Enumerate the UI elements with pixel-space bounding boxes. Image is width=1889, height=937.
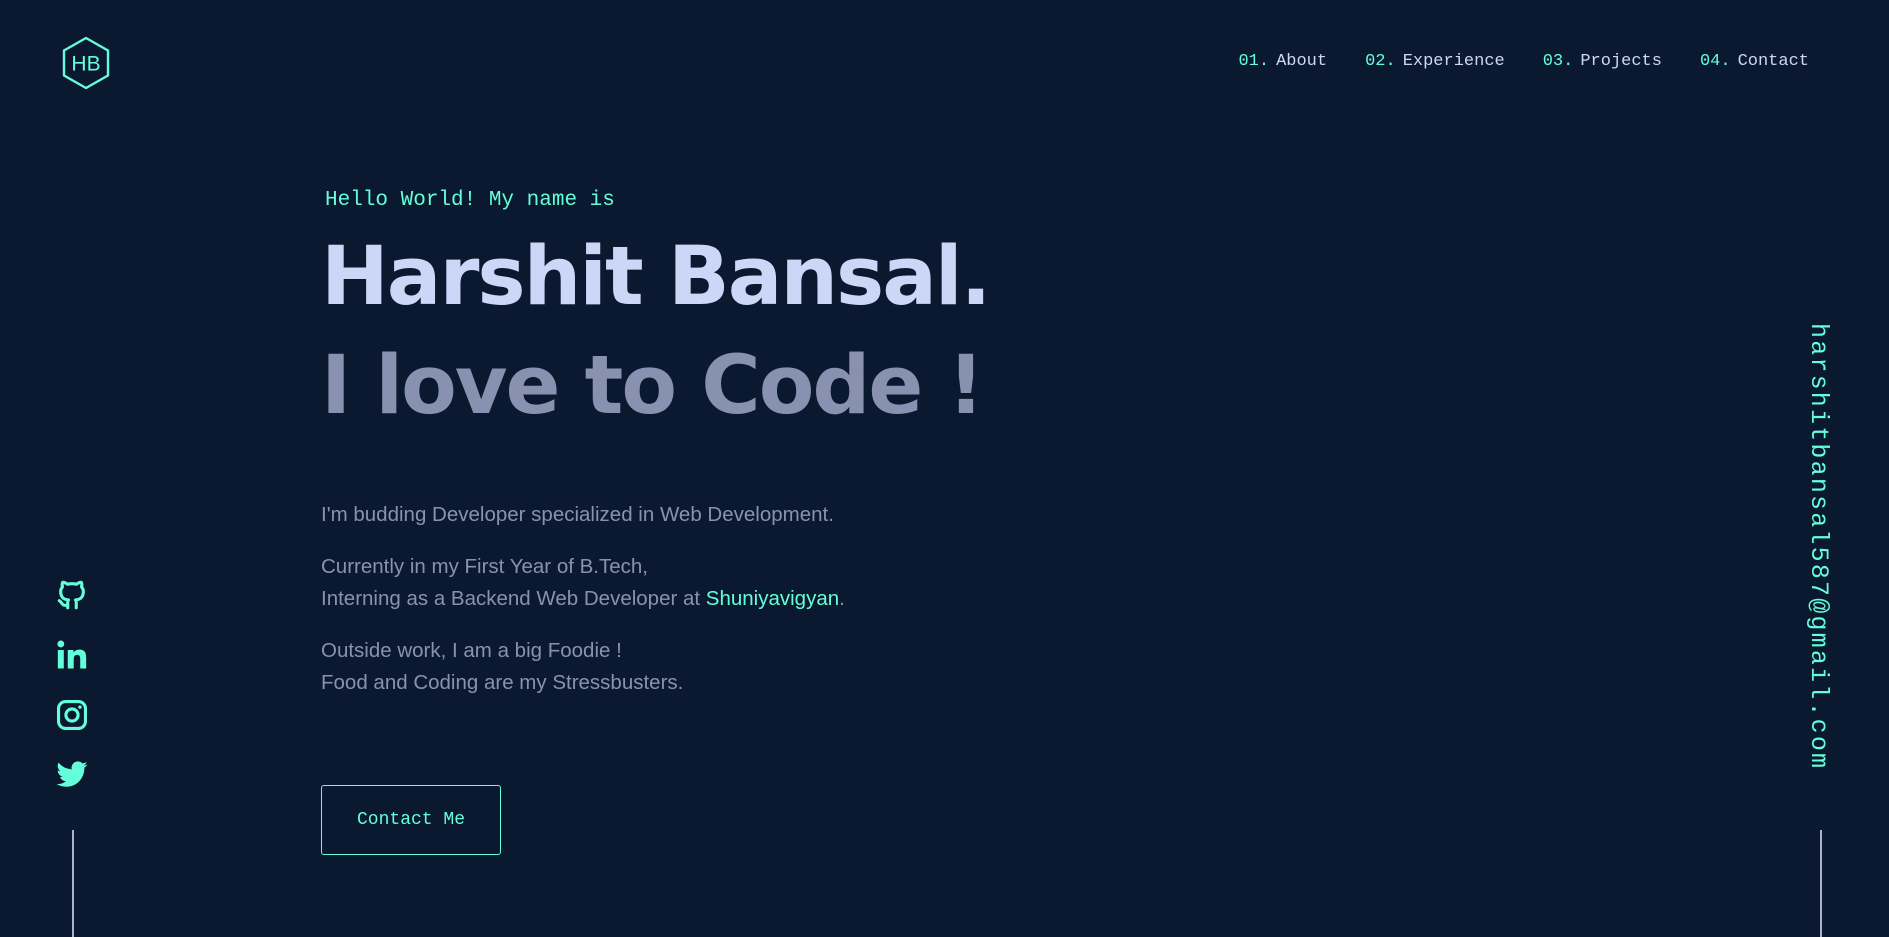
nav-label: Projects <box>1580 52 1662 71</box>
bio-paragraph: Currently in my First Year of B.Tech, In… <box>321 551 1021 615</box>
greeting-text: Hello World! My name is <box>325 189 615 212</box>
bio-line: I'm budding Developer specialized in Web… <box>321 503 834 526</box>
nav-number: 01. <box>1238 52 1270 71</box>
bio-paragraph: I'm budding Developer specialized in Web… <box>321 499 1021 531</box>
social-links <box>55 578 89 792</box>
nav-number: 03. <box>1542 52 1574 71</box>
github-link[interactable] <box>55 578 89 612</box>
contact-me-button[interactable]: Contact Me <box>321 785 501 855</box>
hero-tagline: I love to Code ! <box>321 339 984 433</box>
nav-number: 04. <box>1699 52 1731 71</box>
twitter-link[interactable] <box>55 758 89 792</box>
instagram-icon <box>56 699 88 731</box>
bio-line: Currently in my First Year of B.Tech, <box>321 555 648 578</box>
nav-item-about[interactable]: 01. About <box>1238 52 1327 72</box>
company-link[interactable]: Shuniyavigyan <box>706 587 839 610</box>
linkedin-link[interactable] <box>55 638 89 672</box>
main-nav: 01. About 02. Experience 03. Projects 04… <box>1238 52 1809 72</box>
nav-label: Contact <box>1737 52 1809 71</box>
svg-text:HB: HB <box>71 53 100 76</box>
left-vertical-line <box>72 830 74 937</box>
nav-item-experience[interactable]: 02. Experience <box>1365 52 1505 72</box>
bio-line: Interning as a Backend Web Developer at <box>321 587 706 610</box>
bio-paragraph: Outside work, I am a big Foodie ! Food a… <box>321 635 1021 699</box>
nav-label: Experience <box>1402 52 1505 71</box>
bio-punctuation: . <box>839 587 845 610</box>
nav-item-projects[interactable]: 03. Projects <box>1543 52 1662 72</box>
instagram-link[interactable] <box>55 698 89 732</box>
github-icon <box>57 580 85 610</box>
nav-item-contact[interactable]: 04. Contact <box>1700 52 1809 72</box>
hero-bio: I'm budding Developer specialized in Web… <box>321 499 1021 719</box>
email-link[interactable]: harshitbansal587@gmail.com <box>1804 323 1833 770</box>
bio-line: Food and Coding are my Stressbusters. <box>321 671 684 694</box>
linkedin-icon <box>57 640 87 669</box>
hexagon-icon: HB <box>62 36 110 90</box>
right-vertical-line <box>1820 830 1822 937</box>
twitter-icon <box>56 761 88 787</box>
logo-hexagon[interactable]: HB <box>61 36 111 90</box>
bio-line: Outside work, I am a big Foodie ! <box>321 639 622 662</box>
nav-label: About <box>1276 52 1328 71</box>
nav-number: 02. <box>1365 52 1396 71</box>
hero-name: Harshit Bansal. <box>321 230 991 324</box>
